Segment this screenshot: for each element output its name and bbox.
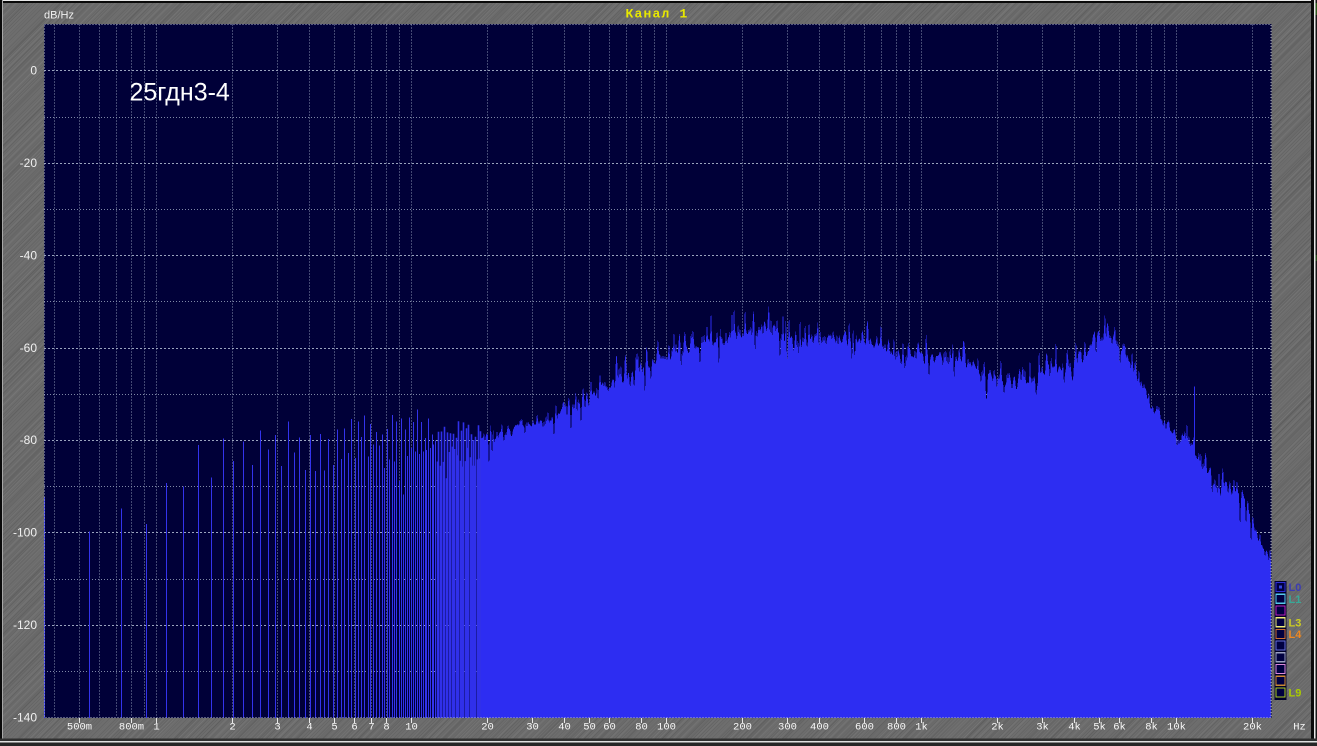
svg-text:-60: -60 (20, 341, 38, 355)
svg-text:20: 20 (481, 722, 494, 734)
svg-text:30: 30 (526, 722, 539, 734)
svg-text:8: 8 (383, 722, 389, 734)
svg-text:dB/Hz: dB/Hz (44, 10, 74, 22)
svg-text:3k: 3k (1036, 722, 1049, 734)
svg-text:0: 0 (30, 64, 37, 78)
svg-text:8k: 8k (1145, 722, 1158, 734)
svg-text:500m: 500m (67, 722, 92, 734)
svg-text:5: 5 (331, 722, 337, 734)
svg-text:-140: -140 (13, 711, 37, 725)
svg-text:800m: 800m (119, 722, 144, 734)
svg-text:600: 600 (855, 722, 874, 734)
svg-text:200: 200 (733, 722, 752, 734)
svg-text:4k: 4k (1068, 722, 1081, 734)
svg-text:L4: L4 (1289, 629, 1303, 641)
svg-text:40: 40 (558, 722, 571, 734)
svg-text:25гдн3-4: 25гдн3-4 (130, 79, 230, 107)
svg-text:-120: -120 (13, 618, 37, 632)
svg-text:400: 400 (810, 722, 829, 734)
svg-text:L1: L1 (1289, 594, 1302, 606)
svg-text:-80: -80 (20, 433, 38, 447)
svg-text:1k: 1k (915, 722, 928, 734)
svg-text:L3: L3 (1289, 617, 1302, 629)
svg-text:800: 800 (887, 722, 906, 734)
svg-text:60: 60 (603, 722, 616, 734)
svg-text:50: 50 (583, 722, 596, 734)
svg-text:6: 6 (351, 722, 357, 734)
svg-text:10: 10 (405, 722, 418, 734)
svg-text:20k: 20k (1243, 722, 1262, 734)
svg-text:5k: 5k (1093, 722, 1106, 734)
svg-text:2: 2 (229, 722, 235, 734)
svg-text:L0: L0 (1289, 582, 1302, 594)
svg-text:100: 100 (657, 722, 676, 734)
svg-text:2k: 2k (991, 722, 1004, 734)
svg-text:-100: -100 (13, 526, 37, 540)
svg-text:-40: -40 (20, 248, 38, 262)
svg-text:300: 300 (778, 722, 797, 734)
svg-text:-20: -20 (20, 156, 38, 170)
svg-text:6k: 6k (1113, 722, 1126, 734)
svg-text:3: 3 (274, 722, 280, 734)
svg-text:Hz: Hz (1293, 722, 1306, 734)
svg-text:80: 80 (635, 722, 648, 734)
svg-text:1: 1 (153, 722, 159, 734)
svg-text:10k: 10k (1167, 722, 1186, 734)
svg-text:7: 7 (368, 722, 374, 734)
svg-text:L9: L9 (1289, 688, 1302, 700)
svg-text:4: 4 (306, 722, 312, 734)
svg-text:Канал 1: Канал 1 (625, 7, 688, 22)
